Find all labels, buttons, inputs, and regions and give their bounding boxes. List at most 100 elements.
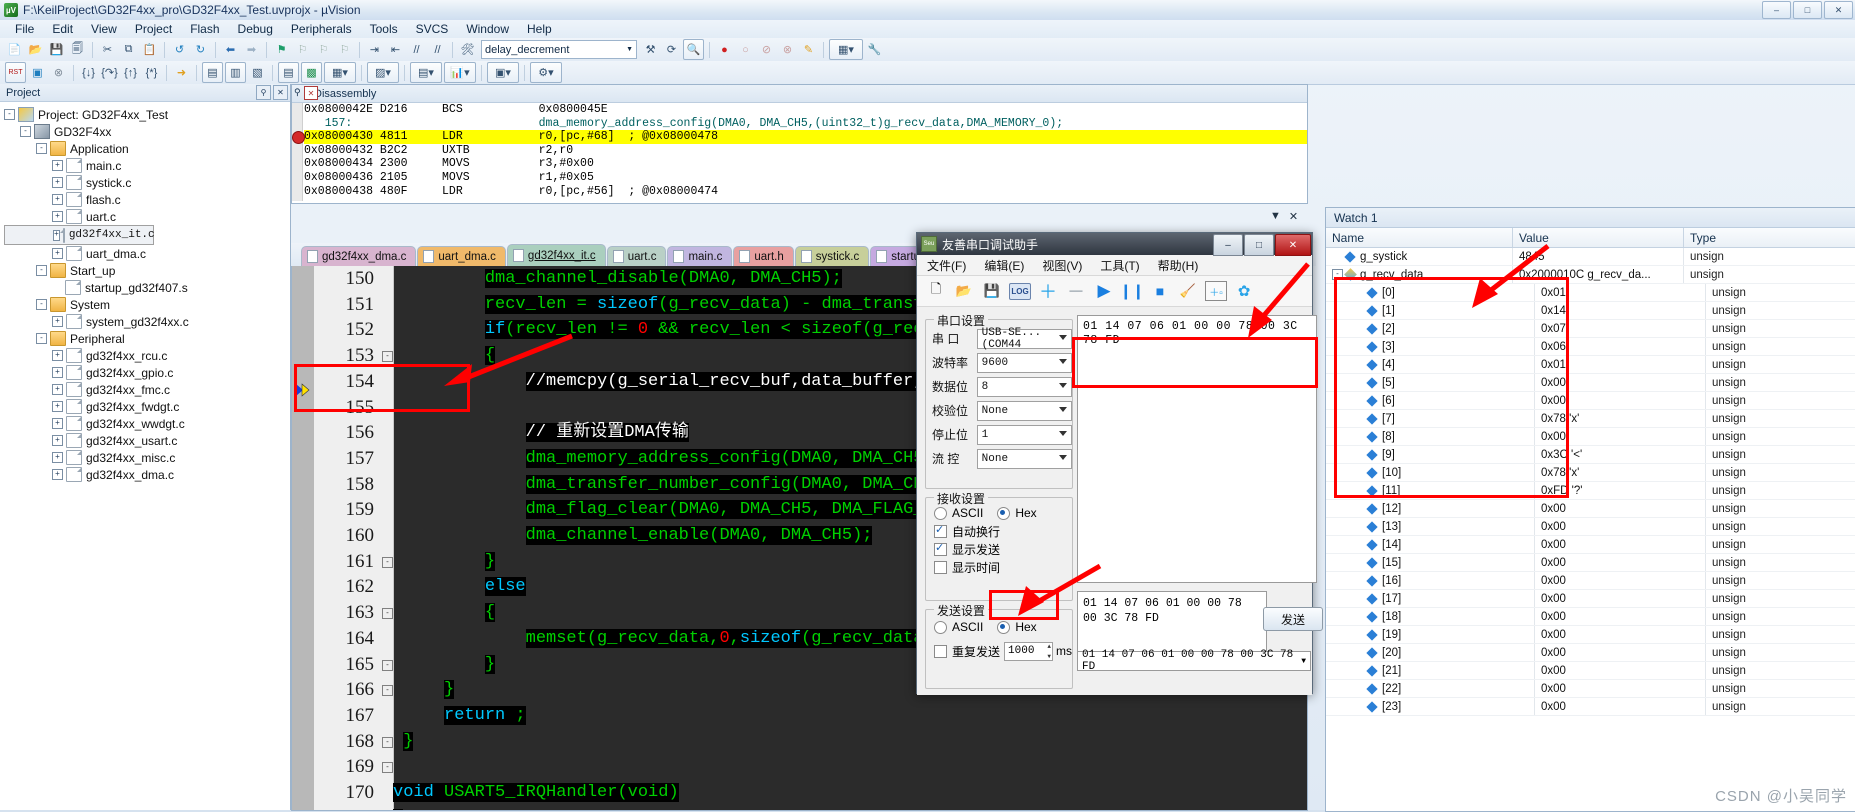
watch-row-name-cell[interactable]: [13] bbox=[1326, 518, 1534, 535]
code-line[interactable]: //memcpy(g_serial_recv_buf,data_buffer,g bbox=[393, 369, 934, 395]
fold-toggle-icon[interactable]: - bbox=[382, 685, 393, 697]
watch-variable-value[interactable]: 0x00 bbox=[1534, 572, 1705, 589]
watch-variable-value[interactable]: 0x00 bbox=[1534, 374, 1705, 391]
watch-variable-value[interactable]: 0x00 bbox=[1534, 644, 1705, 661]
watch-row[interactable]: [1] 0x14 unsign bbox=[1326, 302, 1855, 320]
watch-variable-value[interactable]: 0x78 'x' bbox=[1534, 464, 1705, 481]
menu-item-flash[interactable]: Flash bbox=[181, 21, 228, 37]
menu-item-peripherals[interactable]: Peripherals bbox=[282, 21, 361, 37]
port-setting-select[interactable]: 8 bbox=[976, 376, 1072, 397]
tree-expander-icon[interactable]: + bbox=[52, 160, 63, 171]
command-window-icon[interactable]: ▤ bbox=[202, 62, 223, 83]
code-line[interactable]: // 重新设置DMA传输 bbox=[393, 420, 689, 446]
editor-tab-uart-c[interactable]: uart.c bbox=[606, 246, 667, 266]
serial-menu-bar[interactable]: 文件(F) 编辑(E) 视图(V) 工具(T) 帮助(H) bbox=[917, 255, 1312, 276]
watch-row[interactable]: [13] 0x00 unsign bbox=[1326, 518, 1855, 536]
watch-variable-value[interactable]: 0x00 bbox=[1534, 626, 1705, 643]
port-setting-select[interactable]: 1 bbox=[976, 424, 1072, 445]
receive-option-row[interactable]: 显示时间 bbox=[934, 558, 1072, 576]
receive-checkboxes[interactable]: 自动换行显示发送显示时间 bbox=[934, 522, 1072, 576]
menu-item-tools[interactable]: Tools bbox=[361, 21, 407, 37]
project-tree-item[interactable]: + system_gd32f4xx.c bbox=[4, 313, 290, 330]
watch-row-name-cell[interactable]: - g_recv_data bbox=[1326, 266, 1512, 283]
editor-fold-margin[interactable]: -------- bbox=[380, 266, 394, 810]
pause-icon[interactable]: ❙❙ bbox=[1119, 280, 1144, 302]
target-combo[interactable]: delay_decrement ▼ bbox=[481, 40, 637, 59]
watch-variable-value[interactable]: 0xFD '?' bbox=[1534, 482, 1705, 499]
watch-row-name-cell[interactable]: [2] bbox=[1326, 320, 1534, 337]
watch-row-name-cell[interactable]: [0] bbox=[1326, 284, 1534, 301]
bookmark-next-icon[interactable]: ⚐ bbox=[314, 40, 333, 59]
watch-row[interactable]: [5] 0x00 unsign bbox=[1326, 374, 1855, 392]
tree-expander-icon[interactable]: - bbox=[36, 299, 47, 310]
project-tree-item[interactable]: + gd32f4xx_dma.c bbox=[4, 466, 290, 483]
serial-close-button[interactable]: ✕ bbox=[1275, 234, 1311, 256]
save-icon[interactable]: 💾 bbox=[47, 40, 66, 59]
stop-icon[interactable]: ■ bbox=[1149, 280, 1171, 302]
tree-expander-icon[interactable]: - bbox=[4, 109, 15, 120]
debug-toolbar[interactable]: RST ▣ ⊗ {↓} {↷} {↑} {*} ➜ ▤ ▥ ▧ ▤ ▩ ▦▾ ▨… bbox=[0, 61, 1855, 85]
tree-expander-icon[interactable]: - bbox=[36, 333, 47, 344]
new-doc-icon[interactable]: 🗋 bbox=[925, 280, 947, 302]
project-tree-item[interactable]: + uart.c bbox=[4, 208, 290, 225]
disassembly-line[interactable]: 0x08000438 480F LDR r0,[pc,#56] ; @0x080… bbox=[304, 185, 1307, 199]
breakpoint-insert-icon[interactable]: ● bbox=[715, 40, 734, 59]
watch-variable-value[interactable]: 0x00 bbox=[1534, 536, 1705, 553]
code-line[interactable]: recv_len = sizeof(g_recv_data) - dma_tra… bbox=[393, 292, 934, 318]
watch-row-name-cell[interactable]: [1] bbox=[1326, 302, 1534, 319]
tree-expander-icon[interactable]: + bbox=[52, 248, 63, 259]
receive-option-row[interactable]: 自动换行 bbox=[934, 522, 1072, 540]
disassembly-line[interactable]: 0x08000434 2300 MOVS r3,#0x00 bbox=[304, 157, 1307, 171]
watch-row[interactable]: [8] 0x00 unsign bbox=[1326, 428, 1855, 446]
rebuild-icon[interactable]: ⟳ bbox=[662, 40, 681, 59]
project-tree-item[interactable]: + gd32f4xx_rcu.c bbox=[4, 347, 290, 364]
outdent-icon[interactable]: ⇤ bbox=[386, 40, 405, 59]
menu-item-project[interactable]: Project bbox=[126, 21, 181, 37]
editor-breakpoint-bar[interactable] bbox=[292, 266, 314, 810]
receive-textarea[interactable]: 01 14 07 06 01 00 00 78 00 3C 78 FD bbox=[1077, 315, 1317, 583]
fold-toggle-icon[interactable]: - bbox=[382, 351, 393, 363]
watch-row-name-cell[interactable]: [20] bbox=[1326, 644, 1534, 661]
code-line[interactable]: } bbox=[393, 549, 496, 575]
breakpoint-disable-all-icon[interactable]: ⊘ bbox=[757, 40, 776, 59]
build-icon[interactable]: ⚒ bbox=[641, 40, 660, 59]
serial-window-controls[interactable]: – □ ✕ bbox=[1213, 233, 1312, 256]
system-viewer-icon[interactable]: ⚙▾ bbox=[530, 62, 562, 83]
repeat-interval-input[interactable]: 1000 ▲ ▼ bbox=[1004, 641, 1054, 661]
code-line[interactable]: if(recv_len != 0 && recv_len < sizeof(g_… bbox=[393, 317, 934, 343]
trace-window-icon[interactable]: ▣▾ bbox=[487, 62, 519, 83]
tree-expander-icon[interactable]: + bbox=[52, 194, 63, 205]
code-line[interactable]: dma_transfer_number_config(DMA0, DMA_CH5 bbox=[393, 472, 934, 498]
port-setting-select[interactable]: 9600 bbox=[976, 352, 1072, 373]
watch-row[interactable]: [17] 0x00 unsign bbox=[1326, 590, 1855, 608]
watch-variable-value[interactable]: 0x3C '<' bbox=[1534, 446, 1705, 463]
editor-tab-uart-dma-c[interactable]: uart_dma.c bbox=[417, 246, 506, 266]
code-line[interactable]: } bbox=[393, 677, 455, 703]
watch-row-name-cell[interactable]: [16] bbox=[1326, 572, 1534, 589]
menu-item-debug[interactable]: Debug bbox=[229, 21, 282, 37]
watch-row[interactable]: [16] 0x00 unsign bbox=[1326, 572, 1855, 590]
fold-toggle-icon[interactable]: - bbox=[382, 762, 393, 774]
project-tree-item[interactable]: + main.c bbox=[4, 157, 290, 174]
watch-expander-icon[interactable]: - bbox=[1332, 269, 1343, 280]
breakpoint-disable-icon[interactable]: ○ bbox=[736, 40, 755, 59]
watch-row-name-cell[interactable]: [7] bbox=[1326, 410, 1534, 427]
watch-row[interactable]: [3] 0x06 unsign bbox=[1326, 338, 1855, 356]
close-button[interactable]: ✕ bbox=[1824, 1, 1853, 19]
close-icon[interactable]: ✕ bbox=[1289, 210, 1298, 223]
add-plus-icon[interactable]: ＋ bbox=[1037, 280, 1059, 302]
window-controls[interactable]: – □ ✕ bbox=[1762, 1, 1853, 19]
watch-row-name-cell[interactable]: [14] bbox=[1326, 536, 1534, 553]
menu-item-edit[interactable]: Edit bbox=[43, 21, 82, 37]
port-setting-select[interactable]: None bbox=[976, 448, 1072, 469]
spinner-up-icon[interactable]: ▲ bbox=[1047, 643, 1051, 650]
menu-bar[interactable]: File Edit View Project Flash Debug Peripherals… bbox=[0, 20, 1855, 38]
bookmark-toggle-icon[interactable]: ⚑ bbox=[272, 40, 291, 59]
project-tree-item[interactable]: - System bbox=[4, 296, 290, 313]
checkbox[interactable] bbox=[934, 541, 947, 556]
fold-toggle-icon[interactable]: - bbox=[382, 556, 393, 568]
chevron-down-icon[interactable] bbox=[1059, 382, 1067, 388]
chevron-down-icon[interactable]: ▼ bbox=[1301, 657, 1306, 666]
cut-icon[interactable]: ✂ bbox=[98, 40, 117, 59]
watch-variable-value[interactable]: 0x00 bbox=[1534, 392, 1705, 409]
